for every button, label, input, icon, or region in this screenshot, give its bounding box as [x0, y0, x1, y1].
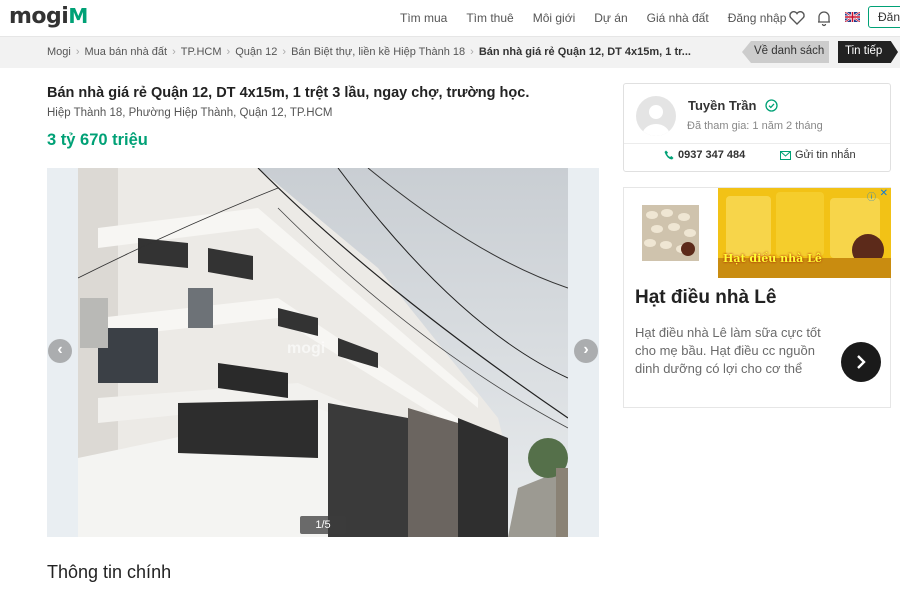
breadcrumb-separator: › [226, 46, 231, 58]
advertisement[interactable]: Hạt điều nhà Lê ⓘ ✕ Hạt điều nhà Lê Hạt … [623, 187, 891, 408]
nav-land-prices[interactable]: Giá nhà đất [647, 11, 709, 25]
top-navbar: mogiM Tìm mua Tìm thuê Môi giới Dự án Gi… [0, 0, 900, 37]
ad-title[interactable]: Hạt điều nhà Lê [635, 287, 776, 309]
breadcrumb-separator: › [470, 46, 474, 58]
breadcrumb-item[interactable]: Mua bán nhà đất [85, 46, 168, 58]
phone-icon [664, 150, 674, 160]
agent-joined: Đã tham gia: 1 năm 2 tháng [687, 120, 823, 132]
gallery-prev-button[interactable]: ‹ [48, 339, 72, 363]
agent-phone-button[interactable]: 0937 347 484 [664, 149, 745, 161]
ad-description: Hạt điều nhà Lê làm sữa cực tốt cho mẹ b… [635, 325, 821, 376]
nav-projects[interactable]: Dự án [594, 11, 627, 25]
ad-product-image[interactable]: Hạt điều nhà Lê [718, 188, 891, 278]
nav-agents[interactable]: Môi giới [533, 11, 576, 25]
uk-flag-icon[interactable] [845, 12, 860, 22]
ad-image-caption: Hạt điều nhà Lê [723, 252, 822, 265]
phone-number: 0937 347 484 [678, 149, 746, 161]
main-nav: Tìm mua Tìm thuê Môi giới Dự án Giá nhà … [400, 11, 805, 25]
nav-rent[interactable]: Tìm thuê [466, 11, 513, 25]
send-message-label: Gửi tin nhắn [795, 149, 856, 161]
main-info-heading: Thông tin chính [47, 562, 172, 582]
gallery-next-button[interactable]: › [574, 339, 598, 363]
next-listing-button[interactable]: Tin tiếp [838, 41, 898, 63]
nav-buy[interactable]: Tìm mua [400, 11, 447, 25]
avatar[interactable] [636, 96, 676, 136]
listing-price: 3 tỷ 670 triệu [47, 131, 148, 149]
bell-icon[interactable] [815, 9, 833, 27]
ad-close-icon[interactable]: ✕ [880, 188, 888, 199]
register-button[interactable]: Đăng [868, 6, 900, 28]
breadcrumb-separator: › [282, 46, 287, 58]
agent-name[interactable]: Tuyền Trần [688, 98, 756, 113]
listing-address: Hiệp Thành 18, Phường Hiệp Thành, Quận 1… [47, 107, 333, 119]
breadcrumb-separator: › [75, 46, 80, 58]
nav-login[interactable]: Đăng nhập [728, 11, 787, 25]
listing-title: Bán nhà giá rẻ Quận 12, DT 4x15m, 1 trệt… [47, 85, 530, 101]
chevron-right-icon [857, 355, 866, 369]
breadcrumb-item[interactable]: TP.HCM [181, 46, 222, 58]
photo-gallery: ‹ › 1/5 mogi [47, 168, 599, 537]
breadcrumb-current: Bán nhà giá rẻ Quận 12, DT 4x15m, 1 tr..… [478, 46, 691, 58]
photo-counter: 1/5 [300, 516, 346, 534]
send-message-button[interactable]: Gửi tin nhắn [780, 149, 856, 161]
breadcrumb-separator: › [172, 46, 176, 58]
ad-cashew-image[interactable] [642, 205, 699, 261]
user-silhouette-icon [642, 105, 670, 136]
mogi-logo[interactable]: mogiM [9, 4, 88, 29]
ad-info-icon[interactable]: ⓘ [867, 190, 876, 203]
divider [624, 143, 890, 144]
breadcrumb: Mogi › Mua bán nhà đất › TP.HCM › Quận 12 › Bán … [47, 46, 691, 58]
verified-check-icon [765, 99, 778, 112]
logo-text: mogi [9, 4, 69, 29]
logo-mark: M [68, 4, 88, 28]
breadcrumb-item[interactable]: Bán Biệt thự, liền kề Hiệp Thành 18 [291, 46, 465, 58]
photo-watermark: mogi [287, 340, 326, 357]
agent-card: Tuyền Trần Đã tham gia: 1 năm 2 tháng 09… [623, 83, 891, 172]
ad-arrow-button[interactable] [841, 342, 881, 382]
breadcrumb-item[interactable]: Mogi [47, 46, 71, 58]
breadcrumb-item[interactable]: Quận 12 [235, 46, 277, 58]
heart-icon[interactable] [788, 9, 806, 27]
back-to-list-button[interactable]: Về danh sách [742, 41, 829, 63]
envelope-icon [780, 151, 791, 160]
